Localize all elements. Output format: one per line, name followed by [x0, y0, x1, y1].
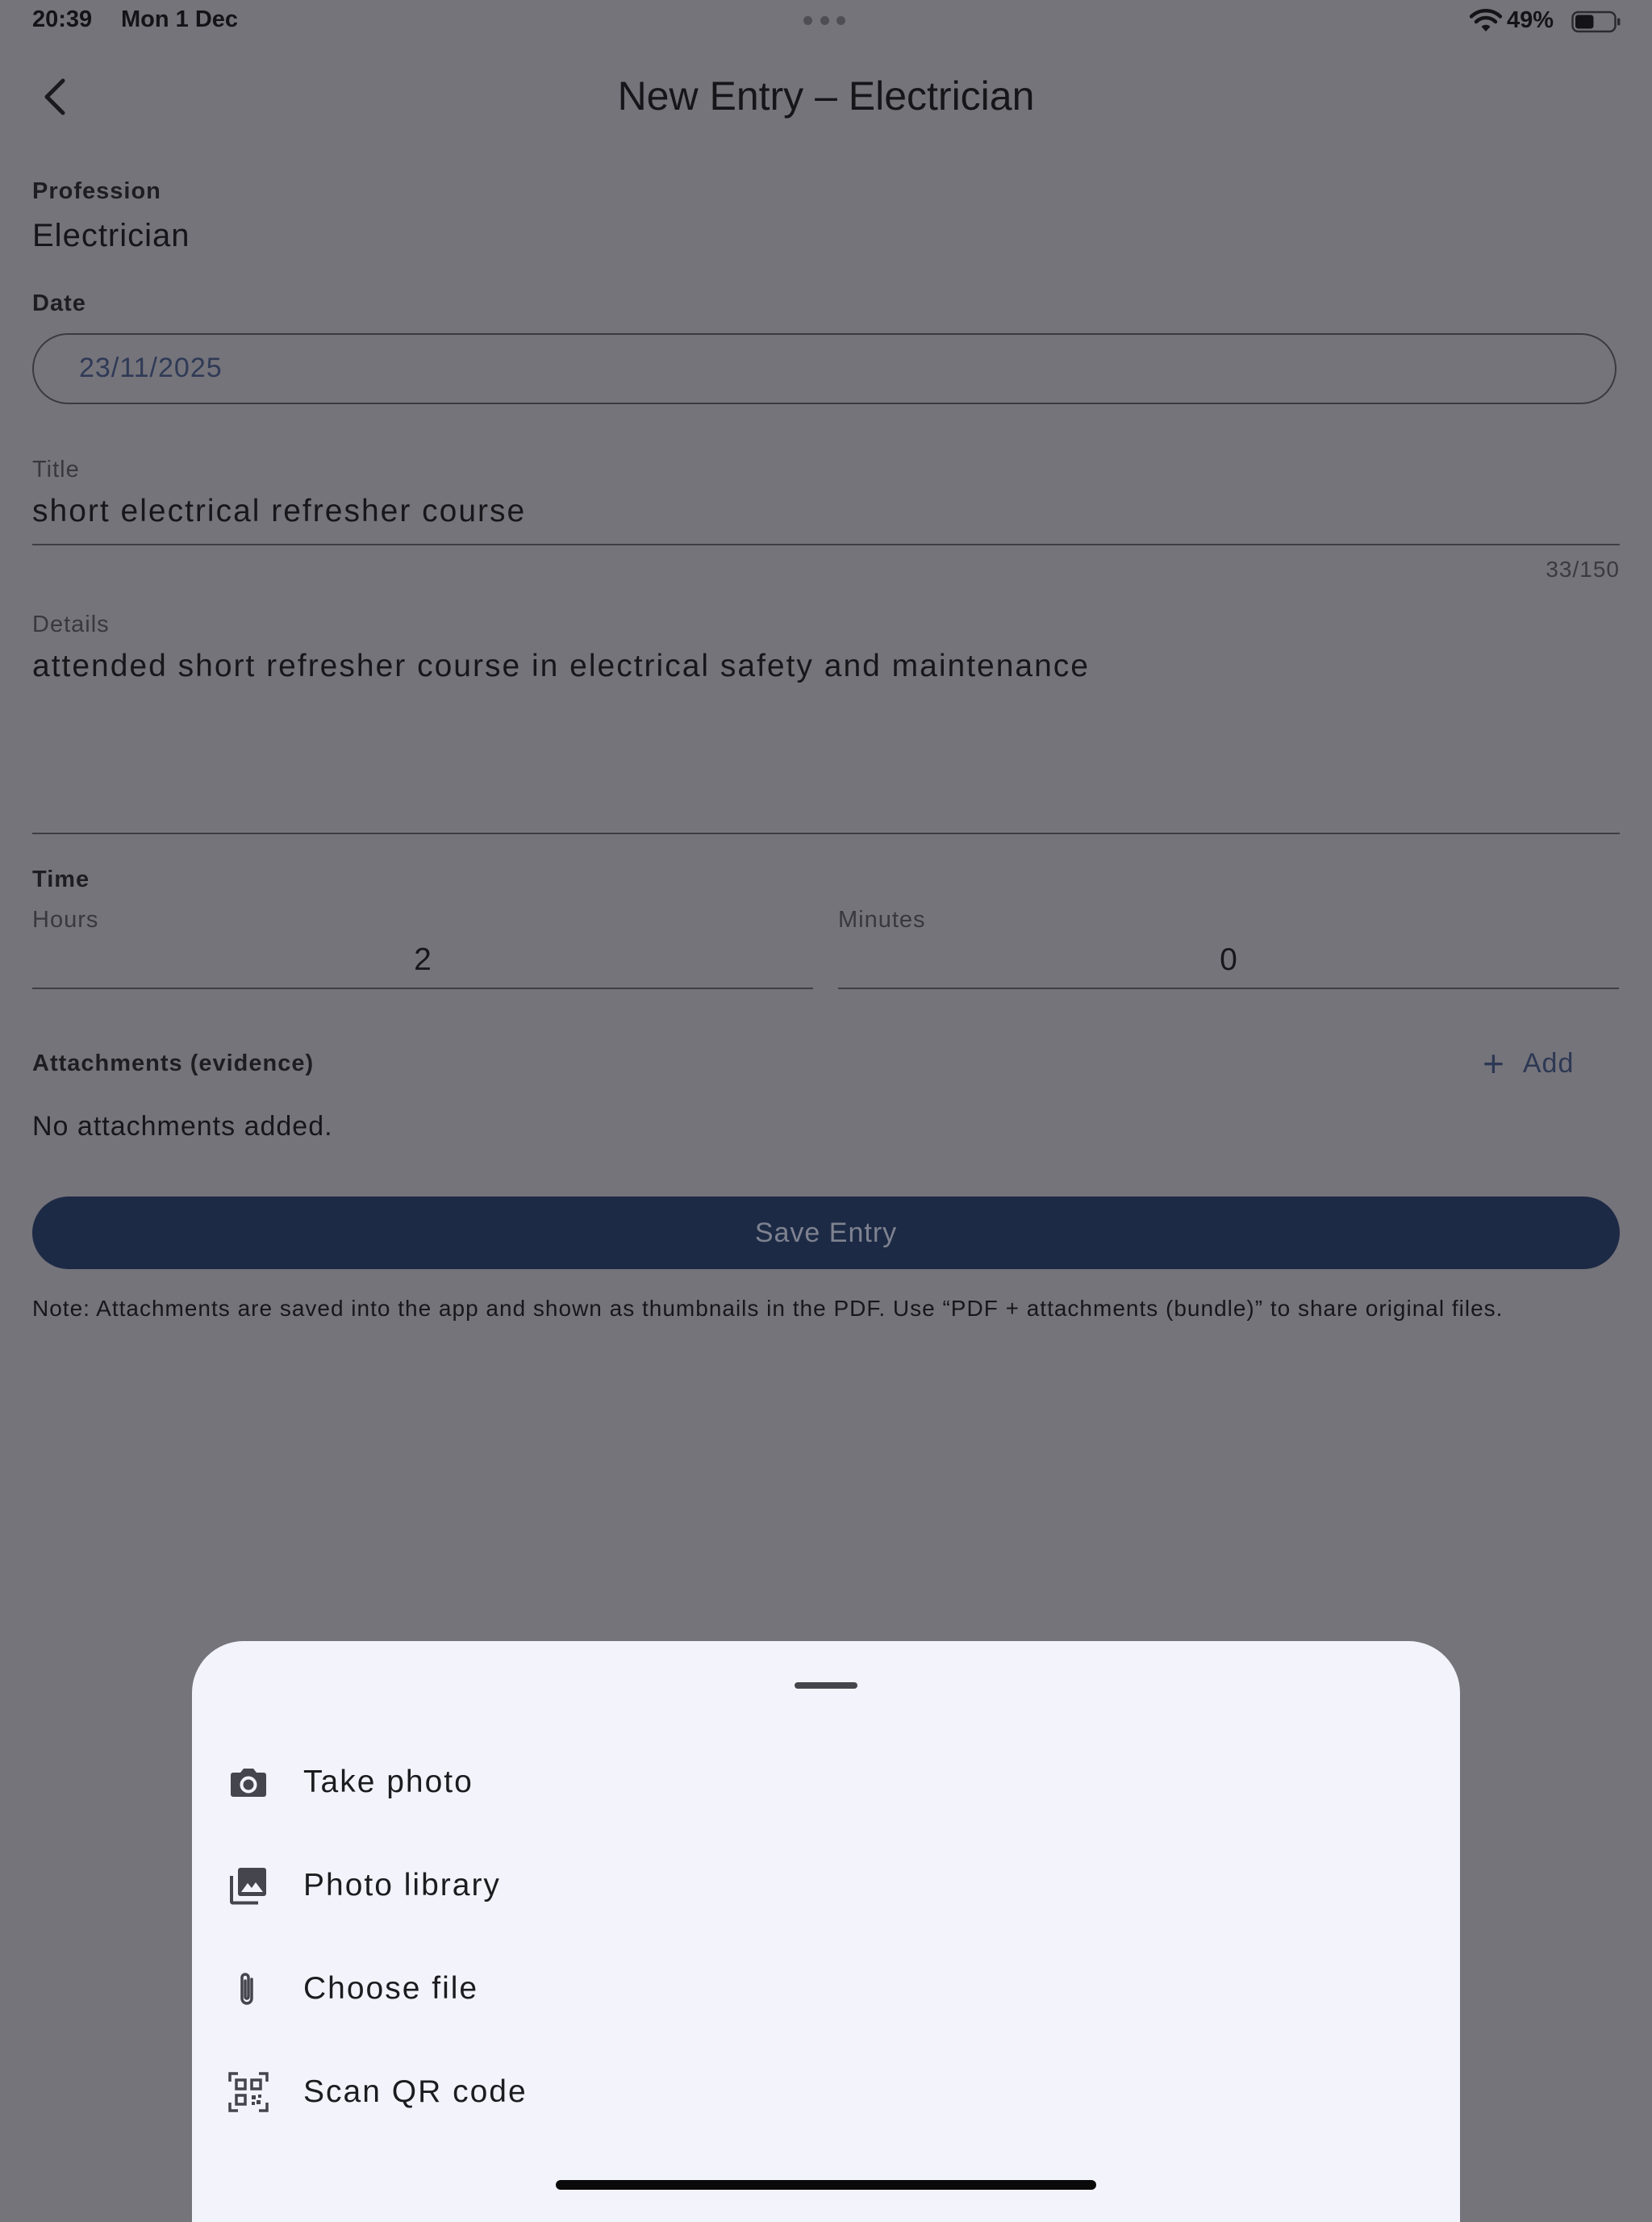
title-label: Title: [32, 457, 80, 482]
hours-label: Hours: [32, 907, 99, 933]
title-underline: [32, 544, 1620, 545]
add-attachment-button[interactable]: + Add: [1483, 1041, 1574, 1086]
date-field[interactable]: [32, 333, 1617, 404]
plus-icon: +: [1483, 1042, 1505, 1084]
sheet-drag-handle[interactable]: [795, 1682, 857, 1689]
title-input[interactable]: short electrical refresher course: [32, 494, 526, 529]
time-label: Time: [32, 867, 90, 892]
date-value: 23/11/2025: [79, 353, 223, 383]
hours-underline: [32, 988, 813, 989]
save-entry-button[interactable]: Save Entry: [32, 1197, 1620, 1269]
details-input[interactable]: attended short refresher course in elect…: [32, 649, 1090, 684]
camera-icon: [227, 1761, 269, 1803]
details-label: Details: [32, 612, 110, 637]
choose-file-label: Choose file: [303, 1971, 479, 2006]
minutes-underline: [838, 988, 1619, 989]
details-underline: [32, 833, 1620, 834]
home-indicator[interactable]: [556, 2180, 1096, 2190]
hours-input[interactable]: 2: [32, 942, 813, 978]
add-label: Add: [1522, 1047, 1575, 1079]
attachments-note: Note: Attachments are saved into the app…: [32, 1296, 1504, 1321]
photo-library-option[interactable]: Photo library: [192, 1834, 1460, 1937]
scan-qr-code-label: Scan QR code: [303, 2074, 528, 2109]
wifi-icon: [1470, 9, 1502, 31]
take-photo-label: Take photo: [303, 1765, 473, 1799]
photo-library-label: Photo library: [303, 1868, 501, 1902]
battery-icon: [1571, 10, 1621, 33]
battery-percent: 49%: [1507, 7, 1554, 33]
paperclip-icon: [227, 1968, 269, 2010]
page-title: New Entry – Electrician: [617, 73, 1035, 119]
profession-label: Profession: [32, 178, 161, 204]
date-label: Date: [32, 290, 86, 316]
take-photo-option[interactable]: Take photo: [192, 1731, 1460, 1834]
save-entry-label: Save Entry: [754, 1217, 898, 1248]
title-character-counter: 33/150: [1546, 557, 1620, 582]
qr-code-icon: [227, 2071, 269, 2113]
minutes-input[interactable]: 0: [838, 942, 1619, 978]
choose-file-option[interactable]: Choose file: [192, 1937, 1460, 2040]
attachments-label: Attachments (evidence): [32, 1050, 315, 1076]
status-date: Mon 1 Dec: [121, 6, 239, 32]
scan-qr-code-option[interactable]: Scan QR code: [192, 2040, 1460, 2144]
no-attachments-text: No attachments added.: [32, 1111, 333, 1142]
minutes-label: Minutes: [838, 907, 926, 933]
multitasking-dots-icon[interactable]: [803, 16, 845, 26]
photo-library-icon: [227, 1865, 269, 1907]
status-time: 20:39: [32, 6, 93, 32]
profession-value: Electrician: [32, 218, 190, 253]
